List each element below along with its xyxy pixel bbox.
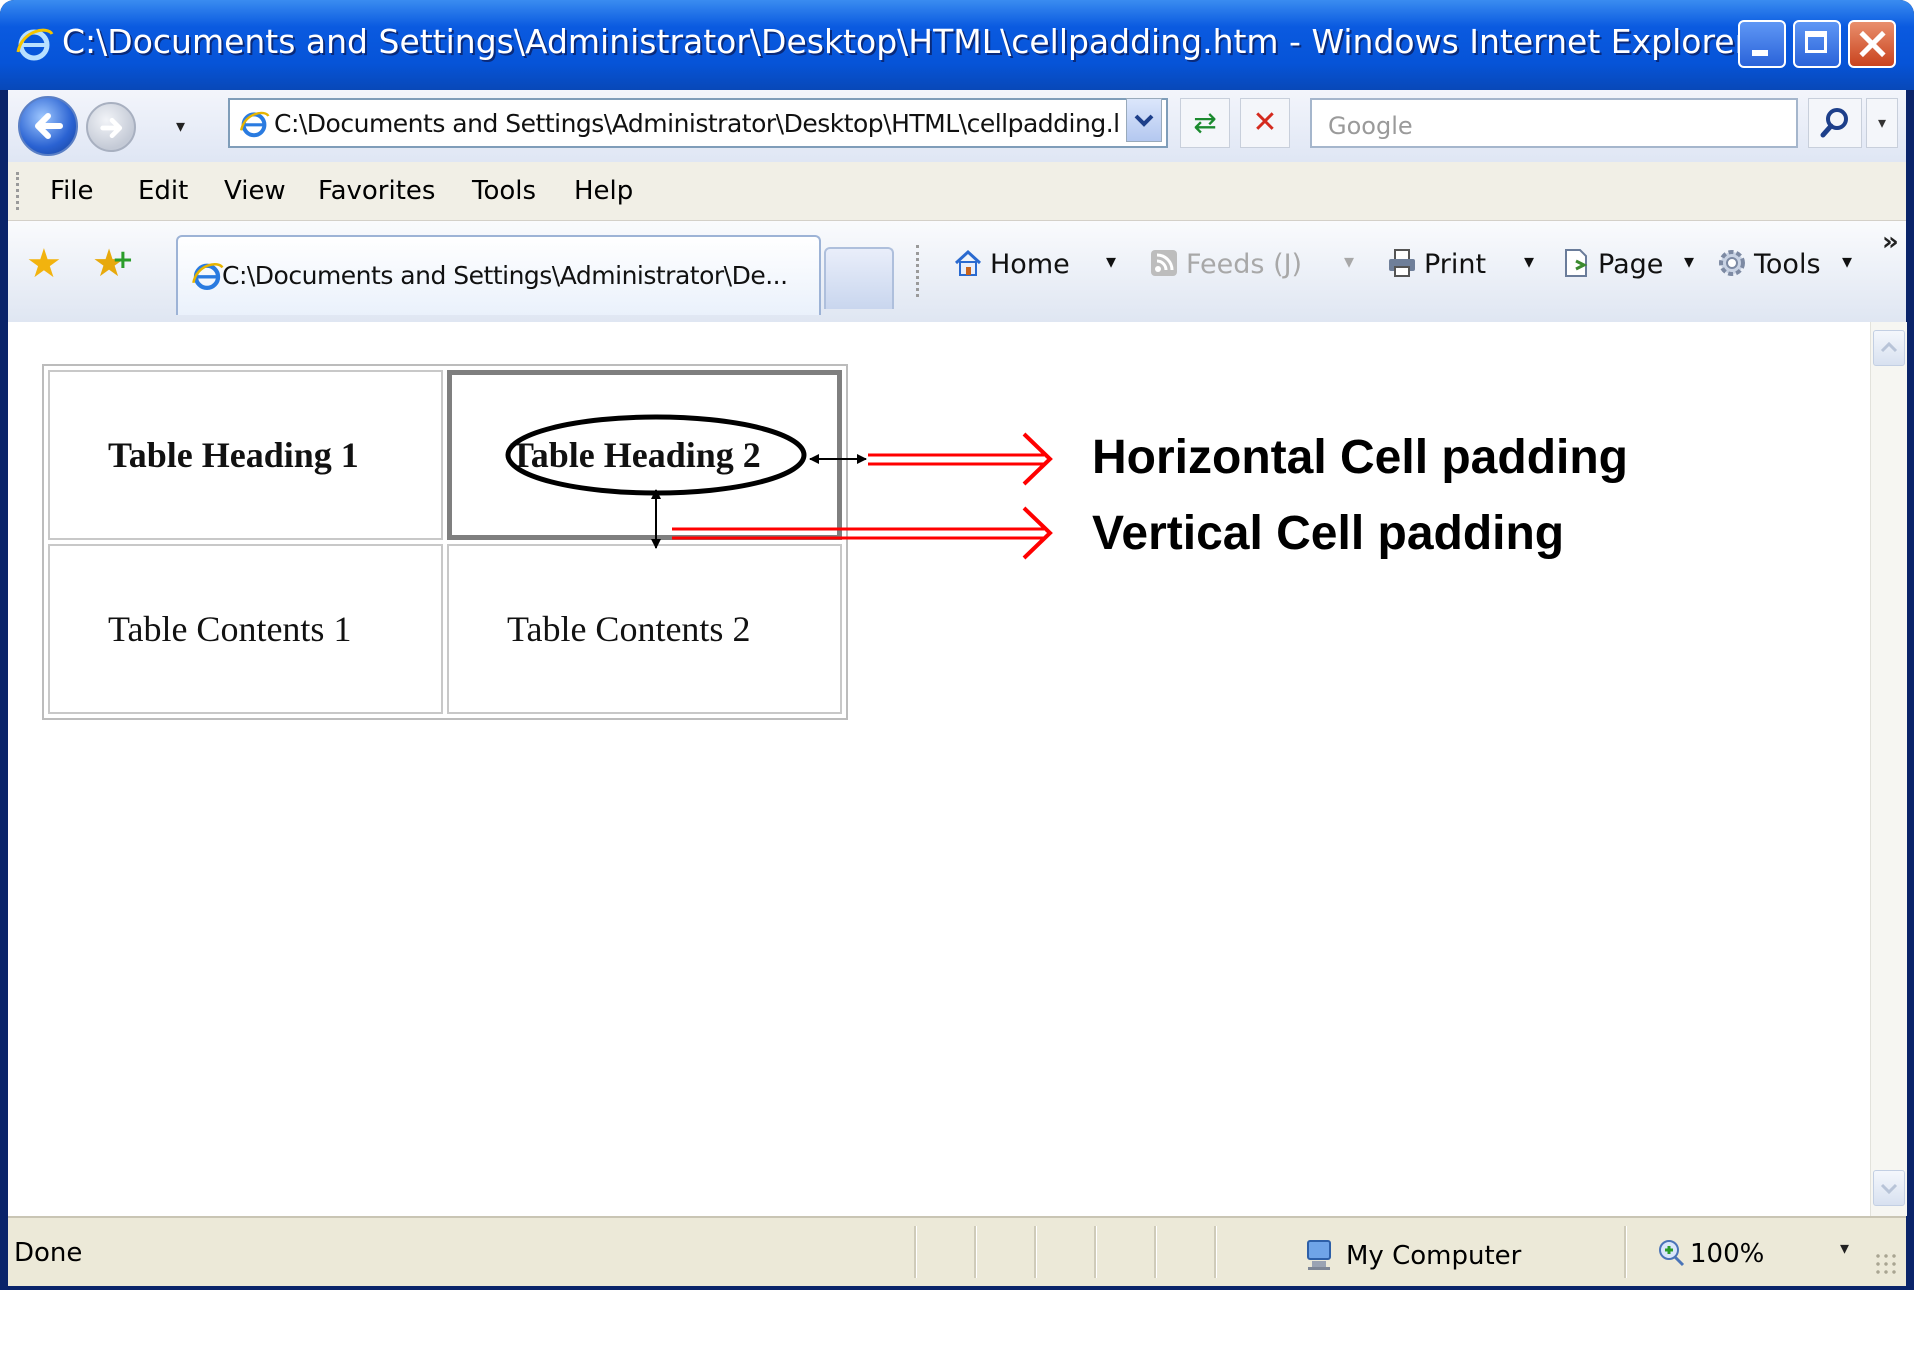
search-box[interactable]: Google [1310,98,1798,148]
add-plus-icon: + [112,245,134,275]
status-divider [1034,1226,1037,1278]
gear-icon [1719,250,1745,276]
tab-active[interactable]: C:\Documents and Settings\Administrator\… [176,235,821,315]
zone-label: My Computer [1346,1241,1522,1271]
search-button[interactable] [1808,98,1862,148]
tools-button[interactable]: Tools [1716,247,1821,280]
status-divider [1214,1226,1217,1278]
page-label: Page [1598,249,1664,280]
tab-label: C:\Documents and Settings\Administrator\… [222,261,788,290]
print-button[interactable]: Print [1386,247,1486,280]
navigation-bar: ▾ C:\Documents and Settings\Administrato… [8,90,1906,162]
printer-icon [1389,249,1415,277]
feeds-label: Feeds (J) [1186,249,1303,280]
status-divider [974,1226,977,1278]
browser-chrome: ▾ C:\Documents and Settings\Administrato… [8,90,1906,324]
search-options-dropdown[interactable]: ▾ [1866,98,1898,148]
chevron-down-icon [1134,114,1154,127]
resize-grip[interactable] [1874,1252,1900,1278]
status-bar: Done My Computer 100% ▾ [8,1216,1906,1286]
minimize-icon[interactable] [1738,20,1786,68]
feeds-button[interactable]: Feeds (J) [1148,247,1302,280]
status-divider [914,1226,917,1278]
toolbar-grip [16,172,23,210]
tools-label: Tools [1754,249,1821,280]
scroll-up-button[interactable] [1873,330,1905,366]
favorites-star-icon[interactable]: ★ [26,241,62,287]
search-icon [1820,108,1848,138]
tab-bar: ★ ★ + C:\Documents and Settings\Administ… [8,221,1906,324]
zoom-dropdown[interactable]: ▾ [1840,1238,1849,1259]
toolbar-separator [916,245,923,297]
address-text[interactable]: C:\Documents and Settings\Administrator\… [274,109,1120,138]
home-label: Home [990,249,1070,280]
menu-edit[interactable]: Edit [138,176,188,206]
home-dropdown[interactable]: ▾ [1106,249,1116,273]
print-dropdown[interactable]: ▾ [1524,249,1534,273]
ie-page-icon [192,263,224,291]
stop-button[interactable]: ✕ [1240,98,1290,148]
page-content: Table Heading 1 Table Heading 2 Table Co… [8,322,1870,1216]
menu-favorites[interactable]: Favorites [318,176,435,206]
zoom-control[interactable]: 100% [1656,1238,1764,1269]
forward-button[interactable] [86,102,136,152]
title-bar: C:\Documents and Settings\Administrator\… [0,0,1914,90]
chevron-down-icon [1880,1183,1898,1195]
zoom-icon [1659,1240,1685,1267]
address-dropdown-button[interactable] [1126,98,1162,142]
menu-help[interactable]: Help [574,176,633,206]
vertical-scrollbar[interactable] [1870,322,1907,1216]
home-button[interactable]: Home [952,247,1070,280]
status-text: Done [14,1238,83,1268]
menu-view[interactable]: View [224,176,286,206]
my-computer-icon [1307,1240,1331,1270]
tools-dropdown[interactable]: ▾ [1842,249,1852,273]
zoom-level: 100% [1690,1239,1765,1269]
page-dropdown[interactable]: ▾ [1684,249,1694,273]
window-title: C:\Documents and Settings\Administrator\… [62,22,1749,61]
vertical-padding-label: Vertical Cell padding [1092,507,1565,560]
search-input[interactable]: Google [1328,112,1413,140]
chevron-up-icon [1880,341,1898,353]
menu-bar: File Edit View Favorites Tools Help [8,162,1906,221]
status-divider [1094,1226,1097,1278]
refresh-button[interactable]: ⇄ [1180,98,1230,148]
home-icon [954,249,982,276]
back-button[interactable] [18,96,78,156]
highlight-ellipse [505,414,807,496]
horizontal-padding-label: Horizontal Cell padding [1092,431,1628,484]
print-label: Print [1424,249,1487,280]
toolbar-overflow-chevron[interactable]: » [1882,227,1899,257]
close-icon[interactable] [1848,20,1896,68]
page-icon [1565,249,1588,277]
security-zone[interactable]: My Computer [1304,1238,1521,1272]
ie-logo-icon [16,28,54,61]
horizontal-red-arrow [868,432,1053,486]
maximize-icon[interactable] [1793,20,1841,68]
address-bar[interactable]: C:\Documents and Settings\Administrator\… [228,98,1168,148]
back-arrow-icon [35,113,63,139]
scroll-down-button[interactable] [1873,1170,1905,1206]
status-divider [1154,1226,1157,1278]
menu-tools[interactable]: Tools [472,176,536,206]
new-tab-button[interactable] [824,247,894,309]
ie-page-icon [240,111,270,138]
recent-pages-dropdown[interactable]: ▾ [176,116,185,137]
feeds-dropdown[interactable]: ▾ [1344,249,1354,273]
page-button[interactable]: Page [1560,247,1663,280]
feeds-icon [1151,250,1177,276]
ie-window: C:\Documents and Settings\Administrator\… [0,0,1914,1290]
forward-arrow-icon [100,117,123,139]
vertical-red-arrow [672,506,1053,560]
status-divider [1624,1226,1627,1278]
menu-file[interactable]: File [50,176,94,206]
